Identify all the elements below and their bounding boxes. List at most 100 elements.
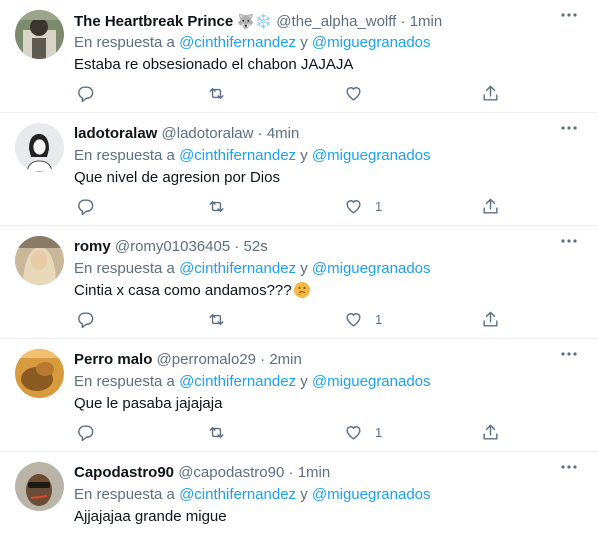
- like-icon: [346, 199, 361, 214]
- separator: ·: [400, 13, 406, 30]
- reply-button[interactable]: [76, 83, 95, 103]
- more-icon[interactable]: [560, 8, 578, 22]
- like-icon: [346, 312, 361, 327]
- handle[interactable]: @perromalo29: [157, 351, 256, 368]
- mention-link[interactable]: @cinthifernandez: [179, 373, 296, 390]
- more-icon[interactable]: [560, 460, 578, 474]
- reply-prefix: En respuesta a: [74, 486, 175, 503]
- separator: ·: [234, 238, 240, 255]
- like-count: 1: [375, 198, 383, 214]
- reply-joiner: y: [300, 373, 308, 390]
- retweet-button[interactable]: [207, 196, 226, 216]
- more-icon[interactable]: [560, 347, 578, 361]
- like-button[interactable]: 1: [344, 309, 382, 329]
- retweet-button[interactable]: [207, 83, 226, 103]
- handle[interactable]: @romy01036405: [115, 238, 230, 255]
- tweet-text-content: Cintia x casa como andamos???: [74, 282, 292, 299]
- mention-link[interactable]: @miguegranados: [312, 486, 431, 503]
- retweet-icon: [209, 87, 224, 99]
- avatar[interactable]: [15, 462, 64, 511]
- like-count: 1: [375, 424, 383, 440]
- tweet-text: Estaba re obsesionado el chabon JAJAJA: [74, 56, 354, 73]
- retweet-icon: [209, 200, 224, 212]
- tweet-text: Ajjajajaa grande migue: [74, 508, 227, 525]
- share-icon: [483, 85, 498, 101]
- mention-link[interactable]: @miguegranados: [312, 373, 431, 390]
- handle[interactable]: @ladotoralaw: [162, 125, 254, 142]
- timestamp[interactable]: 52s: [244, 238, 268, 255]
- share-icon: [483, 198, 498, 214]
- mention-link[interactable]: @miguegranados: [312, 147, 431, 164]
- separator: ·: [260, 351, 266, 368]
- share-button[interactable]: [481, 196, 500, 216]
- tweet[interactable]: romy @romy01036405 · 52s En respuesta a …: [0, 226, 598, 339]
- reply-button[interactable]: [76, 309, 95, 329]
- timestamp[interactable]: 2min: [269, 351, 302, 368]
- share-button[interactable]: [481, 83, 500, 103]
- reply-joiner: y: [300, 486, 308, 503]
- tweet[interactable]: Capodastro90 @capodastro90 · 1min En res…: [0, 452, 598, 535]
- separator: ·: [257, 125, 263, 142]
- reply-joiner: y: [300, 260, 308, 277]
- like-count: 1: [375, 311, 383, 327]
- timestamp[interactable]: 4min: [267, 125, 300, 142]
- tweet[interactable]: The Heartbreak Prince 🐺❄️ @the_alpha_wolf…: [0, 0, 598, 113]
- display-name[interactable]: The Heartbreak Prince: [74, 13, 233, 30]
- display-name[interactable]: Perro malo: [74, 351, 152, 368]
- reply-joiner: y: [300, 147, 308, 164]
- like-icon: [346, 425, 361, 440]
- thinking-face-icon: [293, 282, 310, 298]
- avatar[interactable]: [15, 349, 64, 398]
- tweet[interactable]: ladotoralaw @ladotoralaw · 4min En respu…: [0, 113, 598, 226]
- reply-context: En respuesta a @cinthifernandez y @migue…: [74, 373, 431, 391]
- mention-link[interactable]: @cinthifernandez: [179, 486, 296, 503]
- reply-context: En respuesta a @cinthifernandez y @migue…: [74, 486, 431, 504]
- separator: ·: [288, 464, 294, 481]
- retweet-icon: [209, 313, 224, 325]
- like-button[interactable]: 1: [344, 422, 382, 442]
- reply-prefix: En respuesta a: [74, 260, 175, 277]
- like-button[interactable]: [344, 83, 375, 103]
- like-button[interactable]: 1: [344, 196, 382, 216]
- tweet-text: Cintia x casa como andamos???: [74, 282, 310, 300]
- tweet-text: Que nivel de agresion por Dios: [74, 169, 280, 186]
- mention-link[interactable]: @cinthifernandez: [179, 260, 296, 277]
- reply-button[interactable]: [76, 422, 95, 442]
- display-name[interactable]: Capodastro90: [74, 464, 174, 481]
- reply-context: En respuesta a @cinthifernandez y @migue…: [74, 260, 431, 278]
- handle[interactable]: @capodastro90: [178, 464, 284, 481]
- display-name[interactable]: ladotoralaw: [74, 125, 157, 142]
- mention-link[interactable]: @miguegranados: [312, 260, 431, 277]
- mention-link[interactable]: @miguegranados: [312, 34, 431, 51]
- tweet[interactable]: Perro malo @perromalo29 · 2min En respue…: [0, 339, 598, 452]
- avatar[interactable]: [15, 236, 64, 285]
- timestamp[interactable]: 1min: [410, 13, 443, 30]
- reply-prefix: En respuesta a: [74, 147, 175, 164]
- action-bar: 1: [74, 196, 504, 216]
- retweet-button[interactable]: [207, 422, 226, 442]
- reply-icon: [78, 85, 94, 102]
- display-name[interactable]: romy: [74, 238, 111, 255]
- avatar[interactable]: [15, 123, 64, 172]
- share-icon: [483, 311, 498, 327]
- share-icon: [483, 424, 498, 440]
- reply-context: En respuesta a @cinthifernandez y @migue…: [74, 34, 431, 52]
- share-button[interactable]: [481, 309, 500, 329]
- handle[interactable]: @the_alpha_wolff: [276, 13, 396, 30]
- share-button[interactable]: [481, 422, 500, 442]
- reply-prefix: En respuesta a: [74, 34, 175, 51]
- name-emoji: 🐺❄️: [237, 13, 273, 29]
- retweet-button[interactable]: [207, 309, 226, 329]
- mention-link[interactable]: @cinthifernandez: [179, 147, 296, 164]
- action-bar: 1: [74, 309, 504, 329]
- timestamp[interactable]: 1min: [298, 464, 331, 481]
- reply-button[interactable]: [76, 196, 95, 216]
- reply-icon: [78, 424, 94, 441]
- mention-link[interactable]: @cinthifernandez: [179, 34, 296, 51]
- avatar[interactable]: [15, 10, 64, 59]
- more-icon[interactable]: [560, 121, 578, 135]
- retweet-icon: [209, 426, 224, 438]
- action-bar: 1: [74, 422, 504, 442]
- reply-context: En respuesta a @cinthifernandez y @migue…: [74, 147, 431, 165]
- more-icon[interactable]: [560, 234, 578, 248]
